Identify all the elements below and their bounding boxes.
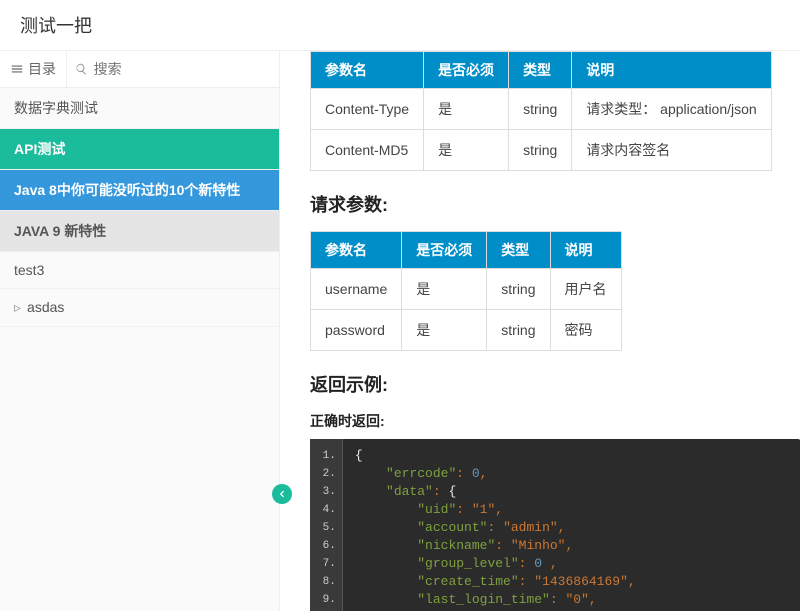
sidebar-item-1[interactable]: API测试 bbox=[0, 129, 279, 170]
table-cell: 用户名 bbox=[550, 269, 621, 310]
main-layout: 目录 数据字典测试API测试Java 8中你可能没听过的10个新特性JAVA 9… bbox=[0, 51, 800, 611]
table-cell: 密码 bbox=[550, 310, 621, 351]
sidebar: 目录 数据字典测试API测试Java 8中你可能没听过的10个新特性JAVA 9… bbox=[0, 51, 280, 611]
sidebar-item-5[interactable]: asdas bbox=[0, 289, 279, 327]
table-cell: username bbox=[311, 269, 402, 310]
table-header-cell: 参数名 bbox=[311, 52, 424, 89]
table-cell: 是 bbox=[402, 310, 487, 351]
table-header-cell: 参数名 bbox=[311, 232, 402, 269]
table-cell: string bbox=[509, 130, 572, 171]
table-header-cell: 说明 bbox=[550, 232, 621, 269]
nav-list: 数据字典测试API测试Java 8中你可能没听过的10个新特性JAVA 9 新特… bbox=[0, 88, 279, 327]
table-cell: Content-MD5 bbox=[311, 130, 424, 171]
table-cell: 请求内容签名 bbox=[572, 130, 771, 171]
search-wrap bbox=[67, 55, 279, 83]
sidebar-item-3[interactable]: JAVA 9 新特性 bbox=[0, 211, 279, 252]
table-row: Content-MD5是string请求内容签名 bbox=[311, 130, 772, 171]
table-header-cell: 类型 bbox=[509, 52, 572, 89]
params-table: 参数名是否必须类型说明 username是string用户名password是s… bbox=[310, 231, 622, 351]
correct-return-label: 正确时返回: bbox=[310, 411, 800, 431]
table-cell: string bbox=[509, 89, 572, 130]
table-cell: string bbox=[487, 310, 550, 351]
table-header-cell: 说明 bbox=[572, 52, 771, 89]
chevron-left-icon bbox=[277, 489, 287, 499]
content-area: 参数名是否必须类型说明 Content-Type是string请求类型： app… bbox=[280, 51, 800, 611]
table-cell: string bbox=[487, 269, 550, 310]
toc-button[interactable]: 目录 bbox=[0, 51, 67, 87]
sidebar-item-2[interactable]: Java 8中你可能没听过的10个新特性 bbox=[0, 170, 279, 211]
table-cell: 请求类型： application/json bbox=[572, 89, 771, 130]
table-row: password是string密码 bbox=[311, 310, 622, 351]
table-header-cell: 类型 bbox=[487, 232, 550, 269]
table-header-cell: 是否必须 bbox=[424, 52, 509, 89]
code-content: { "errcode": 0, "data": { "uid": "1", "a… bbox=[343, 439, 648, 611]
request-params-heading: 请求参数: bbox=[310, 191, 800, 217]
toc-label: 目录 bbox=[28, 59, 56, 79]
sidebar-toolbar: 目录 bbox=[0, 51, 279, 88]
headers-table: 参数名是否必须类型说明 Content-Type是string请求类型： app… bbox=[310, 51, 772, 171]
search-icon bbox=[75, 62, 88, 76]
table-cell: 是 bbox=[424, 130, 509, 171]
table-cell: password bbox=[311, 310, 402, 351]
page-title: 测试一把 bbox=[0, 0, 800, 51]
table-row: Content-Type是string请求类型： application/jso… bbox=[311, 89, 772, 130]
table-header-cell: 是否必须 bbox=[402, 232, 487, 269]
return-example-heading: 返回示例: bbox=[310, 371, 800, 397]
sidebar-item-4[interactable]: test3 bbox=[0, 252, 279, 289]
sidebar-collapse-button[interactable] bbox=[272, 484, 292, 504]
code-block: 1.2.3.4.5.6.7.8.9.10.11. { "errcode": 0,… bbox=[310, 439, 800, 611]
table-cell: Content-Type bbox=[311, 89, 424, 130]
table-cell: 是 bbox=[424, 89, 509, 130]
menu-icon bbox=[10, 62, 24, 76]
table-cell: 是 bbox=[402, 269, 487, 310]
line-numbers: 1.2.3.4.5.6.7.8.9.10.11. bbox=[310, 439, 343, 611]
search-input[interactable] bbox=[94, 61, 271, 77]
sidebar-item-0[interactable]: 数据字典测试 bbox=[0, 88, 279, 129]
table-row: username是string用户名 bbox=[311, 269, 622, 310]
